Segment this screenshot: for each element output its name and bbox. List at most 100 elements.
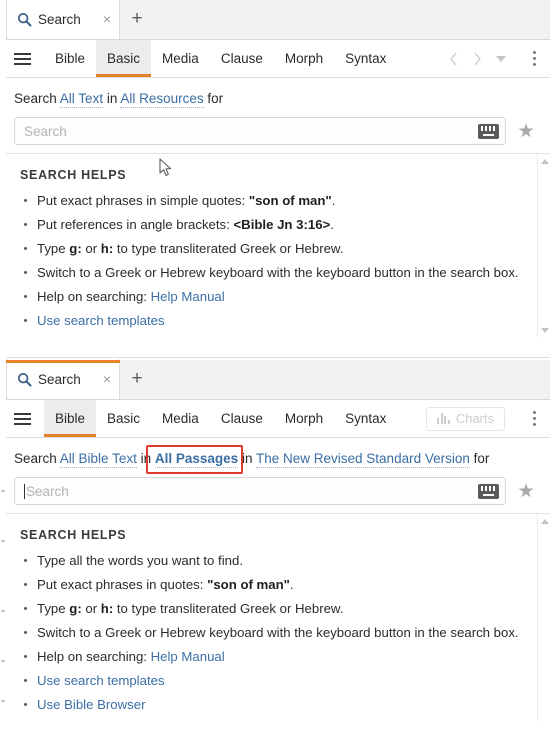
search-helps-top: SEARCH HELPS Put exact phrases in simple…	[0, 154, 550, 338]
vertical-scrollbar-top[interactable]	[537, 154, 550, 338]
search-help-item[interactable]: Help on searching: Help Manual	[20, 648, 530, 665]
new-tab-button[interactable]: +	[120, 359, 154, 399]
star-icon[interactable]: ★	[516, 122, 536, 141]
search-help-item: Switch to a Greek or Hebrew keyboard wit…	[20, 264, 530, 281]
search-zone-bottom: Search All Bible Text in All Passages in…	[0, 438, 550, 514]
kebab-menu-icon[interactable]	[522, 404, 546, 434]
keyboard-icon[interactable]	[478, 123, 499, 139]
chevron-right-icon[interactable]	[466, 44, 488, 74]
help-text: to type transliterated Greek or Hebrew.	[113, 241, 344, 256]
search-input-row-top: Search ★	[14, 117, 536, 145]
vertical-scrollbar-bottom[interactable]	[537, 514, 550, 721]
search-help-item: Put exact phrases in simple quotes: "son…	[20, 192, 530, 209]
help-emphasis: h:	[100, 241, 114, 256]
search-zone-top: Search All Text in All Resources for Sea…	[0, 78, 550, 154]
tab-bible[interactable]: Bible	[44, 400, 97, 437]
scroll-up-icon[interactable]	[541, 159, 549, 164]
search-scope-line-top: Search All Text in All Resources for	[14, 90, 536, 108]
search-panel-top: Search × + Bible Basic Media Clause Morp…	[0, 0, 550, 358]
help-link[interactable]: Use search templates	[37, 313, 165, 328]
tab-media[interactable]: Media	[151, 400, 210, 437]
help-text: Put exact phrases in quotes:	[37, 577, 208, 592]
search-helps-title: SEARCH HELPS	[20, 528, 127, 542]
search-resource-link[interactable]: All Resources	[120, 91, 204, 108]
chevron-left-icon[interactable]	[442, 44, 464, 74]
search-help-item[interactable]: Use Bible Browser	[20, 696, 530, 713]
new-tab-button[interactable]: +	[120, 0, 154, 39]
search-joiner-1: in	[106, 91, 118, 106]
search-prefix: Search	[14, 451, 57, 466]
toolbar-bottom: Bible Basic Media Clause Morph Syntax Ch…	[0, 400, 550, 438]
help-emphasis: "son of man"	[207, 577, 290, 592]
search-helps-list-bottom: Type all the words you want to find. Put …	[20, 552, 530, 713]
browser-tab-strip-top: Search × +	[0, 0, 550, 40]
search-input[interactable]: Search	[14, 477, 506, 505]
charts-button[interactable]: Charts	[426, 406, 505, 431]
hamburger-icon[interactable]	[0, 40, 44, 77]
close-icon[interactable]: ×	[101, 12, 113, 26]
browser-tab-strip-bottom: Search × +	[0, 359, 550, 400]
charts-button-label: Charts	[455, 411, 494, 426]
help-text: .	[331, 193, 336, 208]
search-helps-list-top: Put exact phrases in simple quotes: "son…	[20, 192, 530, 329]
chevron-down-icon[interactable]	[490, 44, 512, 74]
help-text: Switch to a Greek or Hebrew keyboard wit…	[37, 265, 519, 280]
search-joiner-2: in	[241, 451, 253, 466]
help-text: .	[289, 577, 294, 592]
adjacent-pane-sliver	[0, 0, 6, 358]
help-text: to type transliterated Greek or Hebrew.	[113, 601, 344, 616]
close-icon[interactable]: ×	[101, 372, 113, 386]
search-scope-line-bottom: Search All Bible Text in All Passages in…	[14, 445, 536, 474]
search-input-row-bottom: Search ★	[14, 477, 536, 505]
help-link[interactable]: Use Bible Browser	[37, 697, 145, 712]
kebab-menu-icon[interactable]	[522, 44, 546, 74]
browser-tab-search-top[interactable]: Search ×	[6, 0, 120, 39]
keyboard-icon[interactable]	[478, 483, 499, 499]
tab-media[interactable]: Media	[151, 40, 210, 77]
browser-tab-search-bottom[interactable]: Search ×	[6, 359, 120, 399]
search-scope-link[interactable]: All Text	[59, 91, 104, 108]
search-version-link[interactable]: The New Revised Standard Version	[256, 451, 470, 468]
tab-morph[interactable]: Morph	[274, 400, 334, 437]
tab-syntax[interactable]: Syntax	[334, 400, 397, 437]
tab-syntax[interactable]: Syntax	[334, 40, 397, 77]
help-link[interactable]: Help Manual	[151, 289, 225, 304]
search-scope-link[interactable]: All Bible Text	[59, 451, 137, 468]
help-link[interactable]: Use search templates	[37, 673, 165, 688]
search-icon	[17, 372, 32, 387]
help-text: Put exact phrases in simple quotes:	[37, 193, 249, 208]
tab-morph[interactable]: Morph	[274, 40, 334, 77]
help-emphasis: g:	[69, 601, 82, 616]
search-help-item: Put exact phrases in quotes: "son of man…	[20, 576, 530, 593]
help-link[interactable]: Help Manual	[151, 649, 225, 664]
search-input[interactable]: Search	[14, 117, 506, 145]
tab-clause[interactable]: Clause	[210, 40, 274, 77]
search-icon	[17, 12, 32, 27]
search-resource-link[interactable]: All Passages	[154, 451, 239, 468]
scroll-down-icon[interactable]	[541, 328, 549, 333]
help-text: Help on searching:	[37, 649, 151, 664]
search-input-placeholder: Search	[26, 483, 69, 499]
toolbar-tabs-bottom: Bible Basic Media Clause Morph Syntax	[44, 400, 426, 437]
toolbar-tabs-top: Bible Basic Media Clause Morph Syntax	[44, 40, 442, 77]
browser-tab-title: Search	[38, 11, 81, 27]
help-text: or	[81, 241, 101, 256]
toolbar-right-top	[442, 40, 550, 77]
tab-basic[interactable]: Basic	[96, 40, 152, 77]
tab-clause[interactable]: Clause	[210, 400, 274, 437]
help-emphasis: <Bible Jn 3:16>	[233, 217, 331, 232]
help-text: Type	[37, 241, 70, 256]
adjacent-pane-sliver-bottom	[0, 360, 6, 742]
search-help-item: Type g: or h: to type transliterated Gre…	[20, 240, 530, 257]
search-help-item[interactable]: Help on searching: Help Manual	[20, 288, 530, 305]
tab-basic[interactable]: Basic	[96, 400, 151, 437]
star-icon[interactable]: ★	[516, 482, 536, 501]
text-caret	[24, 483, 25, 499]
hamburger-icon[interactable]	[0, 400, 44, 437]
panel-divider	[0, 357, 550, 358]
help-text: or	[81, 601, 101, 616]
search-help-item[interactable]: Use search templates	[20, 312, 530, 329]
search-help-item[interactable]: Use search templates	[20, 672, 530, 689]
tab-bible[interactable]: Bible	[44, 40, 96, 77]
scroll-up-icon[interactable]	[541, 519, 549, 524]
